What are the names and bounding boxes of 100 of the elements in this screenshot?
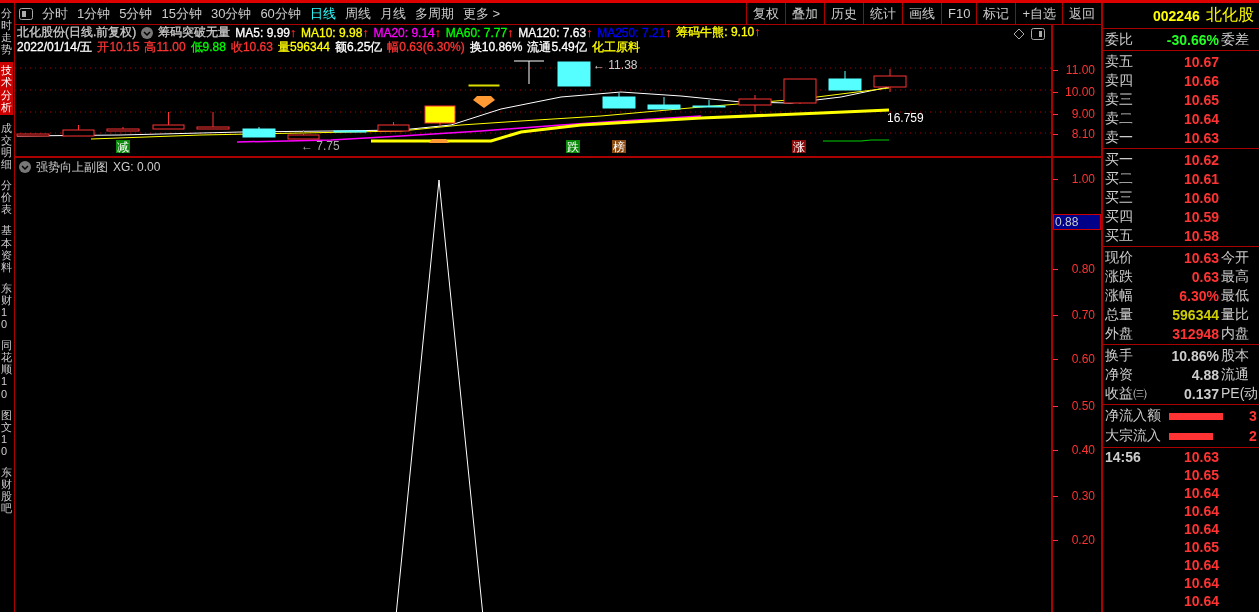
quote-label: PE(动 (1220, 384, 1259, 403)
moving-average-value: 筹码牛熊: 9.10↑ (676, 24, 761, 41)
candlestick (738, 94, 772, 113)
quote-value: 10.59 (1182, 208, 1219, 225)
price-annotation: ← 7.75 (301, 139, 340, 153)
quote-label: 卖四 (1104, 71, 1134, 90)
period-tab[interactable]: 日线 (309, 4, 336, 23)
period-tab[interactable]: 60分钟 (260, 4, 301, 23)
period-tab[interactable]: 15分钟 (161, 4, 202, 23)
quote-value: -30.66% (1165, 31, 1219, 48)
sidebar-tab[interactable]: 图文10 (0, 406, 13, 459)
quote-label: 流通 (1220, 365, 1250, 384)
moving-average-value: MA120: 7.63↑ (518, 25, 593, 40)
price-annotation: ← 11.38 (593, 58, 638, 72)
stock-code: 002246 (1153, 7, 1200, 24)
tick-price: 10.64 (1182, 521, 1219, 537)
period-tab[interactable]: 30分钟 (210, 4, 252, 23)
quote-value: 6.30% (1178, 287, 1219, 304)
quote-label: 委差 (1220, 30, 1250, 49)
dropdown-icon[interactable] (19, 161, 31, 173)
period-tab[interactable]: 更多 > (462, 4, 501, 23)
flow-value: 3 (1249, 408, 1257, 424)
stock-name: 北化股 (1205, 5, 1254, 25)
indicator-reading: XG: 0.00 (113, 160, 161, 174)
candlestick (242, 126, 276, 138)
quote-label: 最低 (1220, 286, 1250, 305)
quote-label: 卖一 (1104, 128, 1134, 147)
quote-value: 10.64 (1182, 110, 1219, 127)
sidebar-tab[interactable]: 分价表 (0, 177, 13, 218)
tick-time: 14:56 (1104, 449, 1142, 465)
quote-label: 卖三 (1104, 90, 1134, 109)
tick-price: 10.64 (1182, 575, 1219, 591)
panel-toggle-icon (1031, 28, 1045, 40)
moving-average-value: MA20: 9.14↑ (373, 25, 441, 40)
panel-toggle-icon[interactable] (19, 7, 33, 20)
bar-info-value: 量596344 (277, 39, 330, 56)
quote-label: 卖二 (1104, 109, 1134, 128)
signal-tag: 涨 (792, 140, 806, 154)
sidebar-tab[interactable]: 同花顺10 (0, 337, 13, 402)
sidebar-tab[interactable]: 成交明细 (0, 119, 13, 173)
bar-info-value: 低9.88 (190, 39, 226, 56)
quote-value: 10.63 (1182, 249, 1219, 266)
quote-label: 卖五 (1104, 52, 1134, 71)
moving-average-value: MA5: 9.99↑ (235, 25, 296, 40)
axis-label: 0.80 (1071, 262, 1095, 276)
moving-average-value: MA60: 7.77↑ (445, 25, 514, 40)
axis-label: 0.40 (1071, 443, 1095, 457)
gem-icon (473, 96, 495, 108)
quote-label: 现价 (1104, 248, 1134, 267)
sidebar-tab[interactable]: 技术分析 (0, 62, 13, 115)
flow-value: 2 (1249, 428, 1257, 444)
tick-price: 10.64 (1182, 593, 1219, 609)
axis-label: 1.00 (1071, 172, 1095, 186)
axis-label: 10.00 (1064, 85, 1095, 99)
quote-label: 大宗流入 (1104, 427, 1162, 445)
quote-value: 10.63 (1182, 129, 1219, 146)
sidebar-tab[interactable]: 东财10 (0, 279, 13, 333)
tick-price: 10.65 (1182, 467, 1219, 483)
bar-info-value: 额6.25亿 (335, 39, 383, 56)
dropdown-icon[interactable] (141, 26, 154, 39)
bar-info-value: 开10.15 (97, 39, 140, 56)
period-tab[interactable]: 5分钟 (119, 4, 153, 23)
period-tab[interactable]: 分时 (42, 4, 68, 23)
quote-label: 委比 (1104, 30, 1134, 49)
axis-label: 0.30 (1071, 489, 1095, 503)
sidebar-tab[interactable]: 东财股吧 (0, 464, 13, 517)
sidebar-tab[interactable]: 分时走势 (0, 5, 13, 58)
quote-label: 内盘 (1220, 324, 1250, 343)
quote-label: 净资 (1104, 365, 1134, 384)
quote-label: 净流入额 (1104, 407, 1162, 425)
period-tab[interactable]: 周线 (344, 4, 371, 23)
tick-price: 10.64 (1182, 485, 1219, 501)
quote-value: 10.86% (1170, 347, 1219, 364)
candlestick (557, 61, 591, 87)
signal-tag: 跌 (566, 140, 580, 154)
quote-value: 10.62 (1182, 151, 1219, 168)
candlestick (873, 68, 907, 93)
period-tab[interactable]: 月线 (379, 4, 406, 23)
axis-label: 0.60 (1071, 352, 1095, 366)
indicator-name: 筹码突破无量 (158, 24, 231, 41)
diamond-icon (1013, 28, 1025, 40)
quote-label: 股本 (1220, 346, 1250, 365)
tick-price: 10.64 (1182, 557, 1219, 573)
tick-price: 10.64 (1182, 503, 1219, 519)
quote-label: 买五 (1104, 226, 1134, 245)
quote-value: 312948 (1171, 325, 1219, 342)
candlestick (287, 129, 320, 140)
period-tab[interactable]: 1分钟 (77, 4, 111, 23)
axis-label: 8.10 (1071, 127, 1095, 141)
candlestick (16, 133, 50, 137)
axis-label: 11.00 (1065, 63, 1095, 77)
gem-icon (429, 139, 449, 143)
period-tab[interactable]: 多周期 (414, 4, 454, 23)
candlestick (647, 96, 681, 110)
candlestick (196, 111, 230, 130)
stock-title: 北化股份(日线.前复权) (17, 24, 137, 41)
sidebar-tab[interactable]: 基本资料 (0, 222, 13, 275)
candlestick (692, 99, 726, 108)
quote-value: 10.67 (1182, 53, 1219, 70)
axis-label: 0.70 (1071, 308, 1095, 322)
